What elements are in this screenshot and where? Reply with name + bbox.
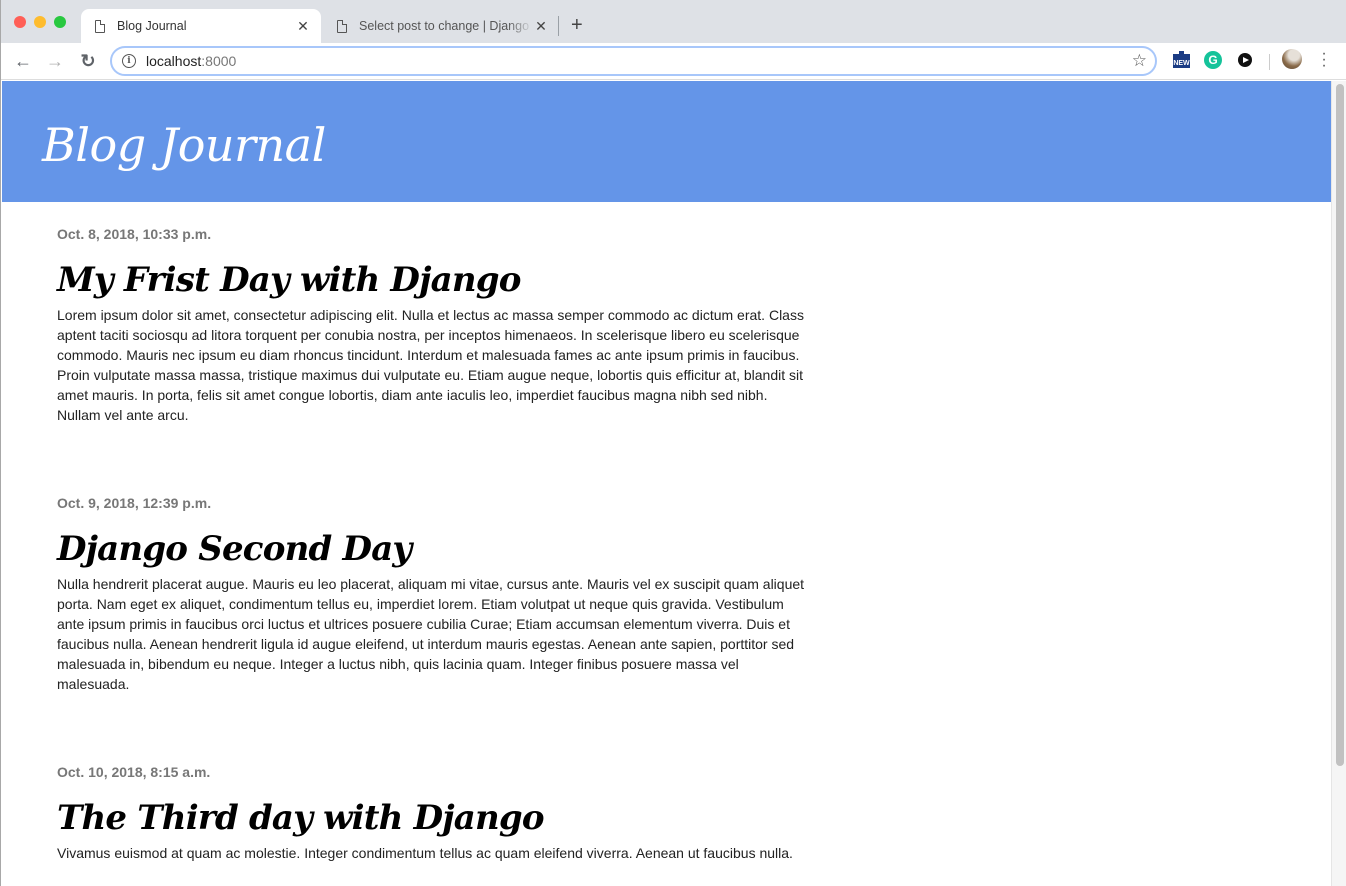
- site-title[interactable]: Blog Journal: [42, 118, 326, 172]
- news-extension-icon[interactable]: NEW: [1173, 51, 1190, 68]
- post-item: Oct. 10, 2018, 8:15 a.m. The Third day w…: [2, 764, 812, 863]
- address-bar[interactable]: i localhost:8000 ☆: [110, 46, 1157, 76]
- profile-avatar[interactable]: [1282, 49, 1302, 69]
- post-date: Oct. 9, 2018, 12:39 p.m.: [57, 495, 212, 511]
- post-item: Oct. 8, 2018, 10:33 p.m. My Frist Day wi…: [2, 226, 812, 425]
- url-host: localhost: [146, 53, 202, 69]
- browser-toolbar: ← → ↻ i localhost:8000 ☆ NEW G · · ·: [1, 43, 1346, 80]
- toolbar-divider: [1269, 54, 1270, 70]
- tab-title: Blog Journal: [117, 19, 187, 33]
- media-extension-icon[interactable]: [1238, 53, 1252, 67]
- site-info-icon[interactable]: i: [122, 54, 136, 68]
- post-body: Lorem ipsum dolor sit amet, consectetur …: [57, 307, 804, 423]
- post-title[interactable]: My Frist Day with Django: [57, 260, 812, 300]
- window-controls: [14, 16, 66, 28]
- grammarly-extension-icon[interactable]: G: [1204, 51, 1222, 69]
- close-window-button[interactable]: [14, 16, 26, 28]
- bookmark-star-icon[interactable]: ☆: [1132, 51, 1147, 71]
- reload-button[interactable]: ↻: [77, 50, 99, 72]
- page-icon: [95, 19, 105, 33]
- close-tab-icon[interactable]: ✕: [533, 18, 549, 35]
- close-tab-icon[interactable]: ✕: [295, 18, 311, 35]
- minimize-window-button[interactable]: [34, 16, 46, 28]
- url-port: :8000: [201, 53, 237, 69]
- page-viewport: Blog Journal Oct. 8, 2018, 10:33 p.m. My…: [2, 81, 1331, 886]
- url-text[interactable]: localhost:8000: [146, 53, 236, 69]
- page-scrollbar[interactable]: [1331, 81, 1346, 886]
- post-body: Nulla hendrerit placerat augue. Mauris e…: [57, 576, 805, 692]
- new-tab-button[interactable]: +: [571, 14, 583, 36]
- back-button[interactable]: ←: [12, 50, 34, 72]
- tab-blog-journal[interactable]: Blog Journal ✕: [81, 9, 321, 43]
- site-header: Blog Journal: [2, 81, 1331, 202]
- maximize-window-button[interactable]: [54, 16, 66, 28]
- browser-menu-icon[interactable]: · · ·: [1319, 46, 1329, 74]
- browser-window: Blog Journal ✕ Select post to change | D…: [0, 0, 1346, 886]
- page-icon: [337, 19, 347, 33]
- post-title[interactable]: The Third day with Django: [57, 798, 812, 838]
- tab-strip: Blog Journal ✕ Select post to change | D…: [1, 0, 1346, 43]
- post-body: Vivamus euismod at quam ac molestie. Int…: [57, 845, 793, 861]
- scrollbar-thumb[interactable]: [1336, 84, 1344, 766]
- tab-divider: [558, 16, 559, 36]
- post-date: Oct. 10, 2018, 8:15 a.m.: [57, 764, 211, 780]
- tab-django-admin[interactable]: Select post to change | Django site admi…: [323, 9, 559, 43]
- forward-button[interactable]: →: [44, 50, 66, 72]
- post-title[interactable]: Django Second Day: [57, 529, 812, 569]
- tab-title: Select post to change | Django site admi…: [359, 19, 533, 33]
- post-date: Oct. 8, 2018, 10:33 p.m.: [57, 226, 212, 242]
- post-item: Oct. 9, 2018, 12:39 p.m. Django Second D…: [2, 495, 812, 694]
